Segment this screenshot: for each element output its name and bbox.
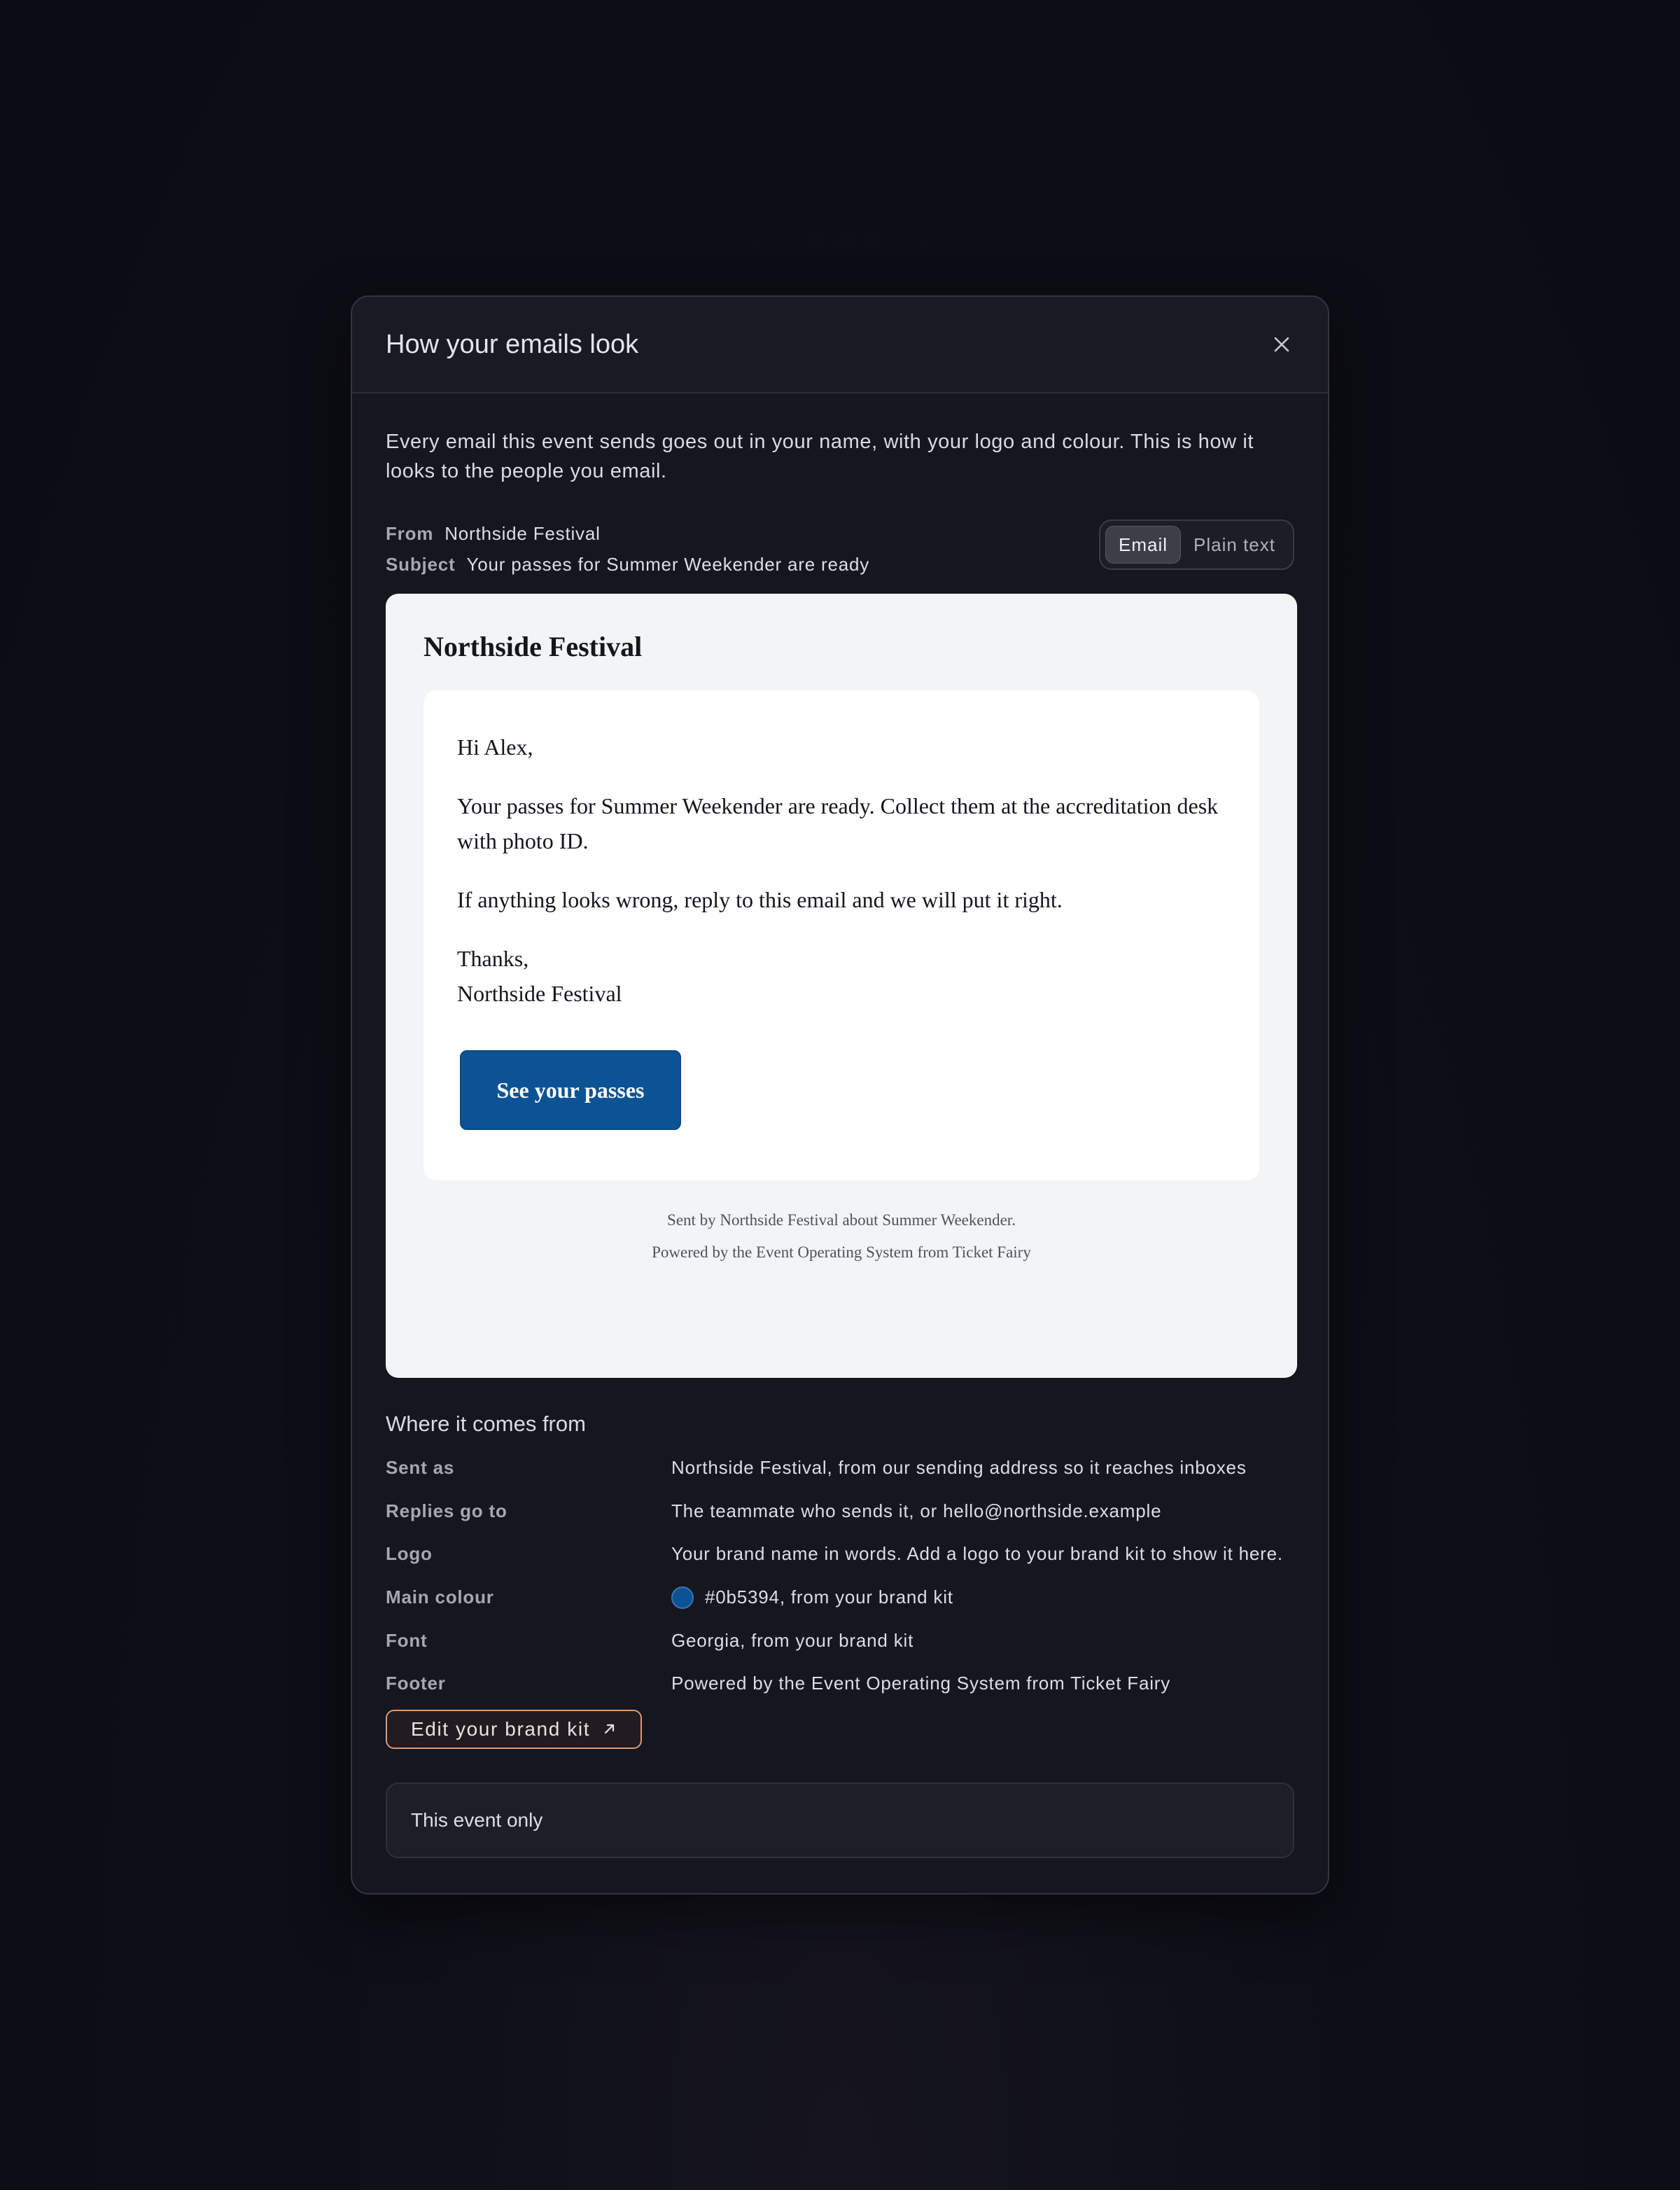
email-card: Hi Alex, Your passes for Summer Weekende… (424, 690, 1259, 1180)
fact-value-colour: #0b5394, from your brand kit (671, 1586, 953, 1609)
email-preview-dialog: How your emails look Every email this ev… (351, 295, 1329, 1895)
dialog-body: Every email this event sends goes out in… (352, 393, 1328, 1858)
fact-row-font: Font Georgia, from your brand kit (386, 1619, 1294, 1662)
email-brand-name: Northside Festival (424, 631, 643, 662)
fact-row-sent-as: Sent as Northside Festival, from our sen… (386, 1446, 1294, 1490)
subject-label: Subject (386, 554, 456, 575)
email-preview: Northside Festival Hi Alex, Your passes … (386, 594, 1297, 1378)
fact-value: The teammate who sends it, or hello@nort… (671, 1500, 1162, 1521)
fact-row-main-colour: Main colour #0b5394, from your brand kit (386, 1576, 1294, 1619)
email-footer-line: Powered by the Event Operating System fr… (652, 1243, 1031, 1261)
email-meta-row: From Northside Festival Subject Your passe… (386, 518, 1294, 580)
colour-swatch (671, 1586, 694, 1609)
fact-label: Replies go to (386, 1500, 507, 1521)
toggle-email[interactable]: Email (1105, 526, 1182, 564)
fact-row-footer: Footer Powered by the Event Operating Sy… (386, 1662, 1294, 1706)
fact-label: Main colour (386, 1586, 494, 1608)
scope-selector[interactable]: This event only (386, 1782, 1294, 1858)
intro-text: Every email this event sends goes out in… (386, 431, 1254, 482)
from-label: From (386, 523, 434, 544)
fact-label: Font (386, 1629, 428, 1651)
email-meta: From Northside Festival Subject Your passe… (386, 518, 869, 580)
fact-row-logo: Logo Your brand name in words. Add a log… (386, 1533, 1294, 1576)
email-signoff-text: Thanks, (457, 946, 529, 971)
dialog-header: How your emails look (352, 297, 1328, 393)
close-icon (1274, 337, 1289, 352)
fact-value: Northside Festival, from our sending add… (671, 1457, 1247, 1479)
close-button[interactable] (1265, 328, 1298, 361)
email-signoff: Thanks, Northside Festival (457, 941, 1226, 1011)
dialog-title: How your emails look (386, 329, 639, 359)
email-footer: Sent by Northside Festival about Summer … (424, 1204, 1259, 1269)
fact-value: Your brand name in words. Add a logo to … (671, 1543, 1283, 1565)
email-greeting: Hi Alex, (457, 734, 533, 760)
where-facts: Sent as Northside Festival, from our sen… (386, 1446, 1294, 1706)
from-line: From Northside Festival (386, 518, 869, 549)
email-body-paragraph: Your passes for Summer Weekender are rea… (457, 793, 1219, 853)
subject-value: Your passes for Summer Weekender are rea… (466, 554, 870, 575)
where-section-title: Where it comes from (386, 1411, 586, 1436)
email-body-paragraph: If anything looks wrong, reply to this e… (457, 887, 1063, 912)
subject-line: Subject Your passes for Summer Weekender … (386, 549, 869, 580)
fact-value: Georgia, from your brand kit (671, 1629, 914, 1651)
toggle-plain-text[interactable]: Plain text (1181, 526, 1288, 564)
edit-brand-kit-label: Edit your brand kit (411, 1717, 591, 1740)
edit-brand-kit-button[interactable]: Edit your brand kit (386, 1709, 643, 1749)
external-link-icon (603, 1718, 617, 1741)
email-signature: Northside Festival (457, 981, 622, 1006)
view-toggle: Email Plain text (1099, 519, 1294, 570)
fact-row-replies: Replies go to The teammate who sends it,… (386, 1490, 1294, 1533)
fact-label: Footer (386, 1673, 446, 1694)
fact-label: Sent as (386, 1457, 455, 1479)
email-footer-line: Sent by Northside Festival about Summer … (667, 1211, 1016, 1229)
from-value: Northside Festival (444, 523, 601, 544)
fact-value: #0b5394, from your brand kit (705, 1586, 953, 1608)
see-passes-button[interactable]: See your passes (460, 1050, 681, 1130)
fact-value: Powered by the Event Operating System fr… (671, 1673, 1171, 1694)
fact-label: Logo (386, 1543, 433, 1565)
